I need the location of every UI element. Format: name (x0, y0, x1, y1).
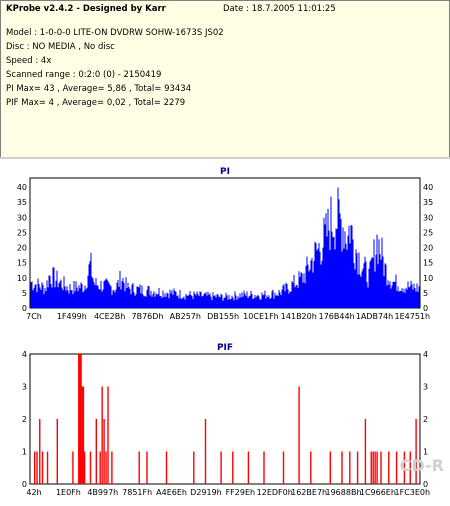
pi-ytick-right: 15 (423, 259, 433, 268)
pi-ytick-right: 35 (423, 198, 433, 207)
pi-ytick-left: 20 (17, 244, 27, 253)
pif-xtick: 4B997h (87, 488, 118, 497)
pif-ytick-left: 4 (22, 350, 27, 359)
disc-line: Disc : NO MEDIA , No disc (6, 42, 115, 52)
pi-ytick-left: 35 (17, 198, 27, 207)
pif-ytick-left: 1 (22, 448, 27, 457)
pif-xtick: 12EDF0h (257, 488, 293, 497)
pif-plot-area (29, 353, 421, 485)
scan-date: Date : 18.7.2005 11:01:25 (223, 4, 336, 14)
pi-xtick: 1ADB74h (356, 312, 393, 321)
app-title: KProbe v2.4.2 - Designed by Karr (6, 4, 166, 14)
pi-xtick: 1E4751h (395, 312, 431, 321)
pif-xtick: 19688Bh (326, 488, 362, 497)
pi-ytick-left: 40 (17, 183, 27, 192)
speed-line: Speed : 4x (6, 56, 52, 66)
pi-xtick: 141B20h (281, 312, 317, 321)
pi-ytick-left: 25 (17, 228, 27, 237)
pif-xtick: 7851Fh (122, 488, 152, 497)
pi-ytick-right: 5 (423, 289, 428, 298)
pi-ytick-left: 5 (22, 289, 27, 298)
watermark-logo: CD-R (399, 456, 444, 475)
pi-xtick: 4CE2Bh (94, 312, 125, 321)
pi-ytick-right: 30 (423, 213, 433, 222)
pi-ytick-left: 10 (17, 274, 27, 283)
pif-ytick-left: 3 (22, 383, 27, 392)
pif-xtick: 42h (26, 488, 41, 497)
pi-chart-title: PI (220, 167, 230, 177)
pi-stats-line: PI Max= 43 , Average= 5,86 , Total= 9343… (6, 84, 192, 94)
pif-xtick: 1FC3E0h (395, 488, 431, 497)
pi-chart: PI 0 05 510 1015 1520 2025 2530 3035 3540 407Ch 1F… (17, 167, 433, 321)
pif-chart: PIF 0 01 12 23 34 442h 1E0Fh 4B997h 7851Fh A4E6Eh… (22, 343, 431, 497)
model-line: Model : 1-0-0-0 LITE-ON DVDRW SOHW-1673S… (6, 28, 224, 38)
pi-xtick: 7B76Dh (131, 312, 163, 321)
pi-xtick: 7Ch (26, 312, 42, 321)
pif-xtick: FF29Eh (226, 488, 256, 497)
pi-ytick-left: 30 (17, 213, 27, 222)
pif-chart-title: PIF (217, 343, 233, 353)
pi-xtick: 10CE1Fh (243, 312, 279, 321)
range-line: Scanned range : 0:2:0 (0) - 2150419 (6, 70, 162, 80)
separator (0, 157, 450, 159)
pif-xtick: 1C966Eh (360, 488, 396, 497)
pif-ytick-right: 3 (423, 383, 428, 392)
pi-xtick: 176B44h (319, 312, 355, 321)
pif-xtick: 162BE7h (291, 488, 327, 497)
pif-xtick: D2919h (190, 488, 222, 497)
pif-ytick-right: 2 (423, 415, 428, 424)
pi-ytick-right: 25 (423, 228, 433, 237)
pif-ytick-left: 2 (22, 415, 27, 424)
pi-xtick: DB155h (207, 312, 239, 321)
info-panel: KProbe v2.4.2 - Designed by Karr Date : … (0, 0, 450, 158)
pif-xtick: A4E6Eh (156, 488, 187, 497)
pif-stats-line: PIF Max= 4 , Average= 0,02 , Total= 2279 (6, 98, 186, 108)
pif-ytick-right: 4 (423, 350, 428, 359)
pi-xtick: 1F499h (57, 312, 87, 321)
pi-ytick-right: 40 (423, 183, 433, 192)
pi-ytick-right: 20 (423, 244, 433, 253)
pif-xtick: 1E0Fh (56, 488, 81, 497)
pi-ytick-left: 15 (17, 259, 27, 268)
pi-ytick-right: 10 (423, 274, 433, 283)
pi-xtick: AB257h (170, 312, 201, 321)
